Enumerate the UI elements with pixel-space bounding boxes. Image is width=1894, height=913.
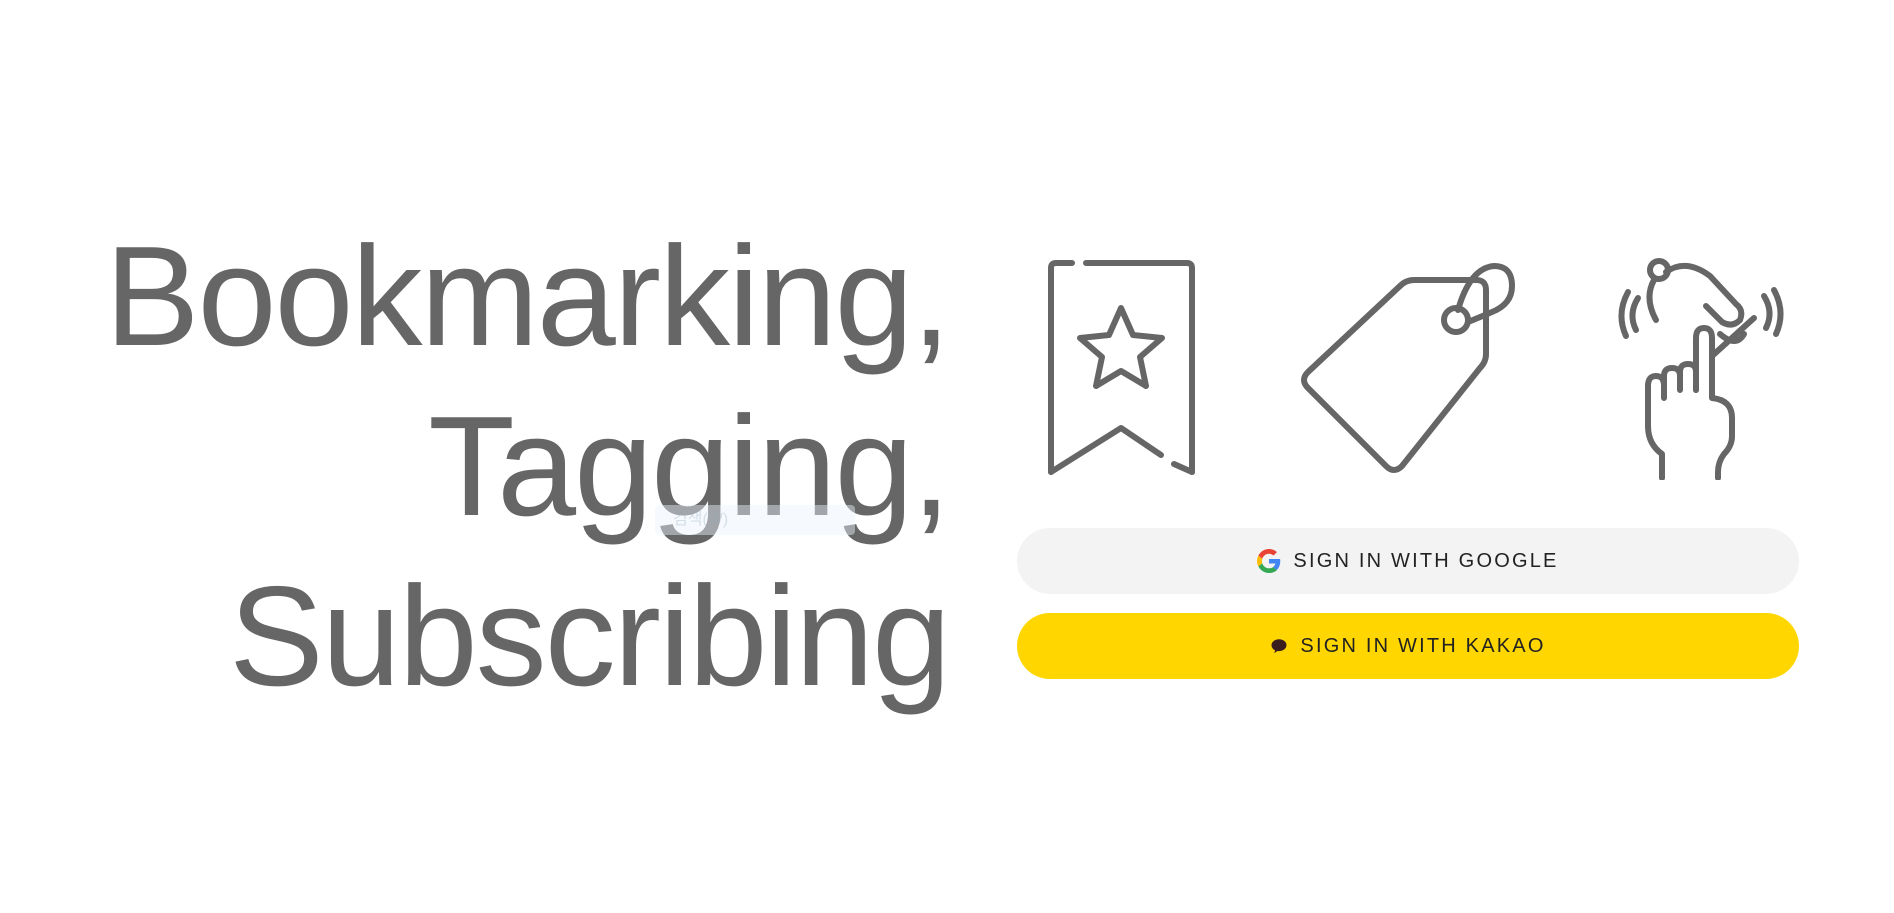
kakao-sign-in-button[interactable]: SIGN IN WITH KAKAO	[1017, 613, 1799, 679]
bookmark-star-icon	[1046, 260, 1196, 480]
headline-line-bookmarking: Bookmarking,	[104, 217, 951, 376]
ringing-bell-tap-icon	[1614, 258, 1794, 480]
google-sign-in-label: SIGN IN WITH GOOGLE	[1293, 549, 1559, 572]
hero-headline: Bookmarking, Tagging, Subscribing	[104, 212, 951, 722]
google-logo-icon	[1257, 549, 1281, 573]
login-page: Bookmarking, Tagging, Subscribing 검색(W)	[0, 0, 1894, 913]
faint-overlay-label: 검색(W)	[655, 505, 855, 535]
headline-line-subscribing: Subscribing	[229, 557, 951, 716]
kakao-sign-in-label: SIGN IN WITH KAKAO	[1300, 634, 1546, 657]
google-sign-in-button[interactable]: SIGN IN WITH GOOGLE	[1017, 528, 1799, 594]
kakao-chat-bubble-icon	[1270, 637, 1288, 655]
price-tag-icon	[1298, 258, 1518, 480]
